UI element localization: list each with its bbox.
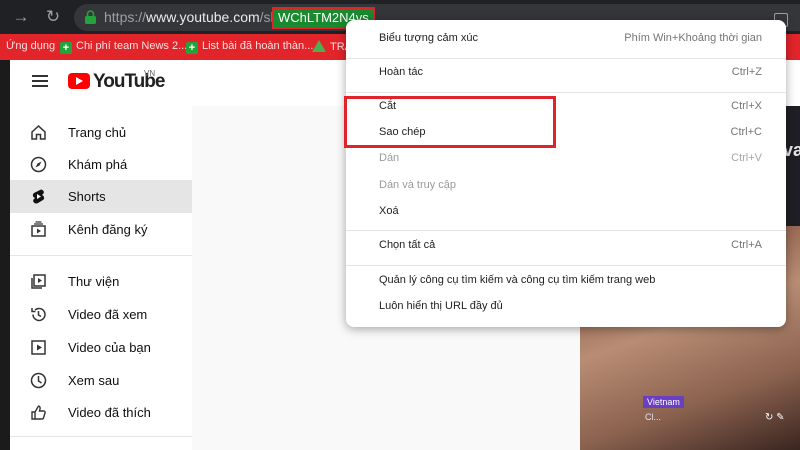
sidebar-item-history[interactable]: Video đã xem [10, 298, 192, 331]
sidebar-item-label: Kênh đăng ký [68, 222, 148, 237]
reload-icon[interactable]: ↻ [42, 6, 64, 28]
menu-item-shortcut: Ctrl+Z [731, 66, 762, 78]
sidebar-item-library[interactable]: Thư viện [10, 265, 192, 298]
menu-item-shortcut: Ctrl+V [731, 152, 762, 164]
menu-separator [346, 230, 786, 231]
sidebar-item-subscriptions[interactable]: Kênh đăng ký [10, 213, 192, 246]
menu-item-label: Xoá [379, 205, 399, 217]
sidebar-item-label: Shorts [68, 189, 106, 204]
back-arrow-icon[interactable]: → [10, 6, 32, 28]
context-menu: Biểu tượng cảm xúc Phím Win+Khoảng thời … [346, 20, 786, 327]
library-icon [31, 274, 46, 289]
bookmark-apps[interactable]: Ứng dụng [6, 40, 55, 52]
menu-item-label: Dán và truy cập [379, 179, 457, 191]
sidebar-item-your-videos[interactable]: Video của bạn [10, 331, 192, 364]
menu-item-shortcut: Ctrl+A [731, 239, 762, 251]
subscriptions-icon [31, 221, 46, 237]
sidebar: Trang chủ Khám phá Shorts Kênh đăng ký T… [10, 106, 192, 450]
sidebar-divider [10, 436, 192, 437]
url-host: www.youtube.com [146, 9, 260, 25]
menu-item-select-all[interactable]: Chọn tất cả Ctrl+A [346, 233, 786, 259]
bookmark-item[interactable]: + List bài đã hoàn thàn... [186, 40, 313, 54]
left-edge [0, 60, 10, 450]
menu-separator [346, 92, 786, 93]
region-badge: VN [144, 69, 156, 78]
sidebar-item-label: Video đã thích [68, 405, 151, 420]
cross-icon: + [186, 42, 198, 54]
home-icon [31, 124, 46, 140]
menu-item-shortcut: Phím Win+Khoảng thời gian [624, 32, 762, 44]
sidebar-divider [10, 255, 192, 256]
menu-item-label: Chọn tất cả [379, 239, 436, 251]
cross-icon: + [60, 42, 72, 54]
sidebar-item-shorts[interactable]: Shorts [10, 180, 192, 213]
drive-icon [312, 40, 326, 52]
menu-separator [346, 58, 786, 59]
your-videos-icon [31, 340, 46, 355]
history-icon [31, 307, 46, 322]
sidebar-item-label: Video đã xem [68, 307, 148, 322]
menu-item-manage-search-engines[interactable]: Quản lý công cụ tìm kiếm và công cụ tìm … [346, 268, 786, 294]
youtube-logo-icon[interactable] [68, 73, 90, 89]
menu-item-always-show-full-url[interactable]: Luôn hiển thị URL đầy đủ [346, 294, 786, 320]
menu-item-paste-and-go[interactable]: Dán và truy cập [346, 173, 786, 199]
menu-item-delete[interactable]: Xoá [346, 199, 786, 225]
compass-icon [30, 156, 47, 173]
menu-item-label: Biểu tượng cảm xúc [379, 32, 478, 44]
video-action-icons[interactable]: ↻ ✎ [765, 412, 785, 423]
bookmark-item[interactable]: + Chi phí team News 2... [60, 40, 187, 54]
menu-item-undo[interactable]: Hoàn tác Ctrl+Z [346, 60, 786, 86]
sidebar-item-label: Trang chủ [68, 125, 127, 140]
menu-item-paste[interactable]: Dán Ctrl+V [346, 146, 786, 172]
sidebar-item-watch-later[interactable]: Xem sau [10, 364, 192, 397]
menu-item-label: Luôn hiển thị URL đầy đủ [379, 300, 503, 312]
sidebar-item-label: Video của bạn [68, 340, 151, 355]
sidebar-item-home[interactable]: Trang chủ [10, 116, 192, 149]
menu-item-emoji[interactable]: Biểu tượng cảm xúc Phím Win+Khoảng thời … [346, 26, 786, 52]
menu-item-label: Hoàn tác [379, 66, 424, 78]
menu-item-shortcut: Ctrl+C [730, 126, 762, 138]
url-scheme: https:// [104, 9, 147, 25]
sidebar-item-label: Thư viện [68, 274, 120, 289]
video-tag[interactable]: Vietnam [643, 396, 684, 408]
menu-item-shortcut: Ctrl+X [731, 100, 762, 112]
menu-icon[interactable] [32, 75, 48, 87]
lock-icon [85, 10, 96, 24]
watch-later-icon [30, 372, 47, 389]
like-icon [31, 405, 46, 420]
highlight-annotation [344, 96, 556, 148]
menu-separator [346, 265, 786, 266]
video-sub-tag: Cl... [645, 412, 662, 422]
sidebar-item-explore[interactable]: Khám phá [10, 148, 192, 181]
menu-item-label: Quản lý công cụ tìm kiếm và công cụ tìm … [379, 274, 656, 286]
sidebar-item-liked-videos[interactable]: Video đã thích [10, 396, 192, 429]
shorts-icon [32, 189, 45, 204]
sidebar-item-label: Khám phá [68, 157, 128, 172]
menu-item-label: Dán [379, 152, 400, 164]
sidebar-item-label: Xem sau [68, 373, 120, 388]
